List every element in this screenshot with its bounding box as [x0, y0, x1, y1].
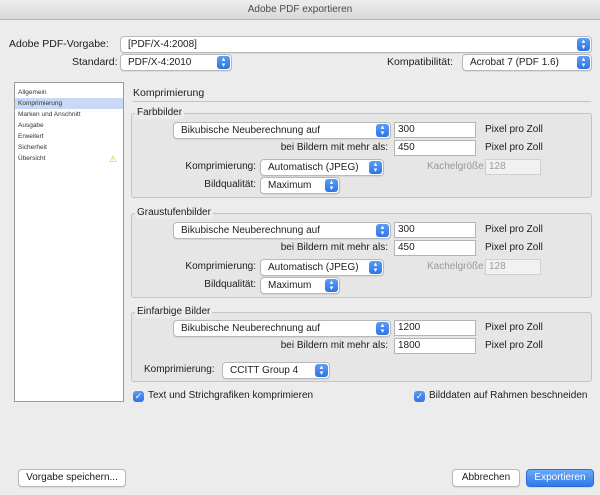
popup-arrows-icon: ▴ ▾: [325, 179, 338, 192]
popup-arrows-icon: ▴ ▾: [577, 56, 590, 69]
panel-title: Komprimierung: [133, 87, 205, 99]
preset-select[interactable]: [PDF/X-4:2008] ▴ ▾: [120, 36, 592, 53]
mono-compression-label: Komprimierung:: [144, 364, 215, 375]
color-compression-label: Komprimierung:: [185, 161, 256, 172]
compat-label: Kompatibilität:: [387, 56, 453, 68]
gray-resample-select[interactable]: Bikubische Neuberechnung auf ▴ ▾: [173, 222, 391, 239]
category-list: Allgemein Komprimierung Marken und Ansch…: [14, 82, 124, 402]
gray-threshold-unit: Pixel pro Zoll: [485, 242, 543, 253]
preset-label: Adobe PDF-Vorgabe:: [9, 38, 109, 50]
popup-arrows-icon: ▴ ▾: [315, 364, 328, 377]
color-resample-select[interactable]: Bikubische Neuberechnung auf ▴ ▾: [173, 122, 391, 139]
popup-arrows-icon: ▴ ▾: [369, 161, 382, 174]
color-compression-select[interactable]: Automatisch (JPEG) ▴ ▾: [260, 159, 384, 176]
sidebar-item-sicherheit[interactable]: Sicherheit: [15, 142, 123, 153]
gray-compression-label: Komprimierung:: [185, 261, 256, 272]
mono-threshold-label: bei Bildern mit mehr als:: [280, 340, 388, 351]
preset-value: [PDF/X-4:2008]: [128, 39, 197, 50]
color-tile-label: Kachelgröße:: [427, 161, 487, 172]
mono-resample-select[interactable]: Bikubische Neuberechnung auf ▴ ▾: [173, 320, 391, 337]
gray-quality-label: Bildqualität:: [204, 279, 256, 290]
popup-arrows-icon: ▴ ▾: [376, 124, 389, 137]
color-quality-label: Bildqualität:: [204, 179, 256, 190]
panel-title-divider: [133, 101, 591, 102]
mono-threshold-unit: Pixel pro Zoll: [485, 340, 543, 351]
export-button[interactable]: Exportieren: [526, 469, 594, 487]
compat-select[interactable]: Acrobat 7 (PDF 1.6) ▴ ▾: [462, 54, 592, 71]
gray-tile-input[interactable]: 128: [485, 259, 541, 275]
popup-arrows-icon: ▴ ▾: [325, 279, 338, 292]
gray-images-title: Graustufenbilder: [135, 207, 213, 219]
window-title: Adobe PDF exportieren: [0, 0, 600, 20]
popup-arrows-icon: ▴ ▾: [577, 38, 590, 51]
compat-value: Acrobat 7 (PDF 1.6): [470, 57, 559, 68]
standard-value: PDF/X-4:2010: [128, 57, 192, 68]
popup-arrows-icon: ▴ ▾: [369, 261, 382, 274]
gray-resolution-unit: Pixel pro Zoll: [485, 224, 543, 235]
mono-resolution-unit: Pixel pro Zoll: [485, 322, 543, 333]
gray-quality-select[interactable]: Maximum ▴ ▾: [260, 277, 340, 294]
color-threshold-input[interactable]: 450: [394, 140, 476, 156]
color-threshold-label: bei Bildern mit mehr als:: [280, 142, 388, 153]
crop-images-checkbox[interactable]: ✓: [414, 391, 425, 402]
gray-tile-label: Kachelgröße:: [427, 261, 487, 272]
crop-images-label: Bilddaten auf Rahmen beschneiden: [429, 390, 588, 401]
mono-images-title: Einfarbige Bilder: [135, 306, 213, 318]
color-tile-input[interactable]: 128: [485, 159, 541, 175]
color-quality-select[interactable]: Maximum ▴ ▾: [260, 177, 340, 194]
mono-compression-select[interactable]: CCITT Group 4 ▴ ▾: [222, 362, 330, 379]
color-threshold-unit: Pixel pro Zoll: [485, 142, 543, 153]
sidebar-item-allgemein[interactable]: Allgemein: [15, 87, 123, 98]
sidebar-item-erweitert[interactable]: Erweitert: [15, 131, 123, 142]
popup-arrows-icon: ▴ ▾: [376, 322, 389, 335]
standard-label: Standard:: [72, 56, 118, 68]
standard-select[interactable]: PDF/X-4:2010 ▴ ▾: [120, 54, 232, 71]
gray-compression-select[interactable]: Automatisch (JPEG) ▴ ▾: [260, 259, 384, 276]
gray-threshold-input[interactable]: 450: [394, 240, 476, 256]
gray-resolution-input[interactable]: 300: [394, 222, 476, 238]
color-resolution-input[interactable]: 300: [394, 122, 476, 138]
sidebar-item-marken[interactable]: Marken und Anschnitt: [15, 109, 123, 120]
sidebar-item-komprimierung[interactable]: Komprimierung: [15, 98, 123, 109]
mono-resolution-input[interactable]: 1200: [394, 320, 476, 336]
compress-text-label: Text und Strichgrafiken komprimieren: [148, 390, 314, 401]
mono-threshold-input[interactable]: 1800: [394, 338, 476, 354]
sidebar-item-uebersicht[interactable]: Übersicht ⚠: [15, 153, 123, 164]
popup-arrows-icon: ▴ ▾: [217, 56, 230, 69]
popup-arrows-icon: ▴ ▾: [376, 224, 389, 237]
save-preset-button[interactable]: Vorgabe speichern...: [18, 469, 126, 487]
warning-triangle-icon: ⚠: [108, 154, 117, 164]
compress-text-checkbox[interactable]: ✓: [133, 391, 144, 402]
cancel-button[interactable]: Abbrechen: [452, 469, 520, 487]
color-images-title: Farbbilder: [135, 107, 185, 119]
sidebar-item-ausgabe[interactable]: Ausgabe: [15, 120, 123, 131]
color-resolution-unit: Pixel pro Zoll: [485, 124, 543, 135]
gray-threshold-label: bei Bildern mit mehr als:: [280, 242, 388, 253]
